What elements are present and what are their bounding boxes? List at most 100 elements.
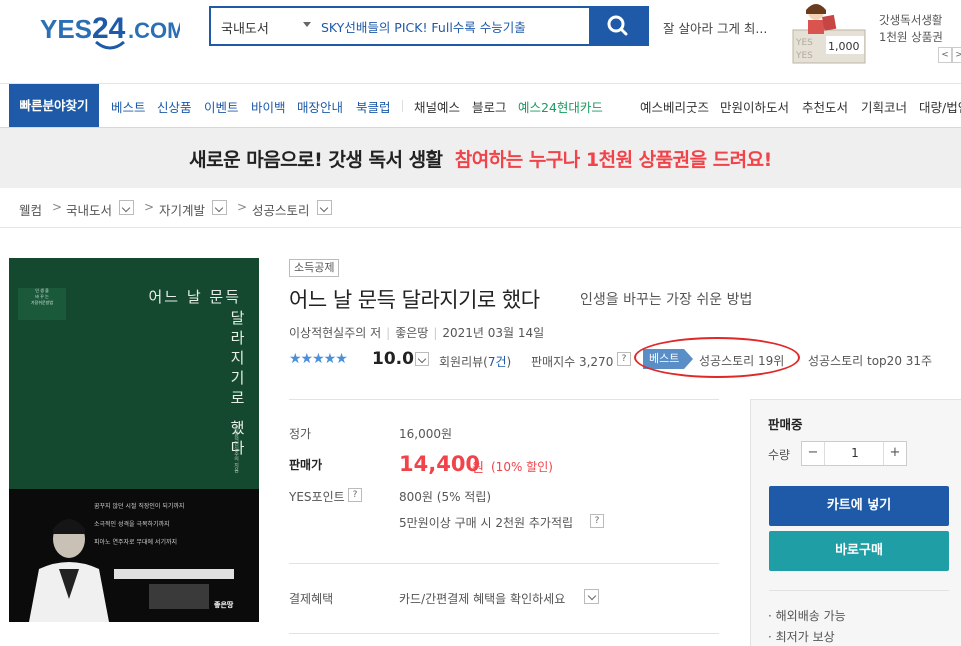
breadcrumb-home[interactable]: 웰컴 [19,200,42,219]
quick-category-button[interactable]: 빠른분야찾기 [9,84,99,127]
question-icon[interactable]: ? [590,514,604,528]
book-subtitle: 인생을 바꾸는 가장 쉬운 방법 [580,292,753,308]
question-icon[interactable]: ? [348,488,362,502]
quantity-input[interactable]: 1 [825,442,885,465]
sales-index: 판매지수 3,270 [531,355,614,369]
add-to-cart-button[interactable]: 카트에 넣기 [769,486,949,526]
breadcrumb-domestic-books[interactable]: 국내도서 [66,200,112,219]
chevron-right-icon: > [52,200,63,214]
nav-item-event[interactable]: 이벤트 [204,97,239,116]
chevron-down-icon[interactable] [584,589,599,604]
divider [0,227,961,228]
nav-item-buyback[interactable]: 바이백 [251,97,286,116]
promo-prev-button[interactable]: < [938,47,952,63]
cover-author: 이상적현실주의 지음 [233,426,239,473]
search-button[interactable] [589,8,647,44]
nav-item-channel-yes[interactable]: 채널예스 [414,97,460,116]
svg-text:YES: YES [795,51,813,61]
chevron-down-icon[interactable] [317,200,332,215]
search-input[interactable] [321,8,587,44]
promo-amount: 1,000 [828,40,860,53]
nav-item-store[interactable]: 매장안내 [297,97,343,116]
cover-title-horizontal: 어느 날 문득 [148,288,241,306]
promo-title[interactable]: 갓생독서생활 [879,12,942,28]
sale-price-unit: 원 [472,461,484,476]
publisher-link[interactable]: 좋은땅 [395,326,428,340]
payment-benefit-label: 결제혜택 [289,592,334,606]
yes-points-label: YES포인트 [289,490,345,504]
nav-item-new[interactable]: 신상품 [157,97,192,116]
cover-tagline-box: 인 생 을 바 꾸 는 가장쉬운방법 [18,288,66,320]
cover-publisher: 좋은땅 [214,601,234,609]
sale-price-label: 판매가 [289,458,323,472]
question-icon[interactable]: ? [617,352,631,366]
extra-points-info: 5만원이상 구매 시 2천원 추가적립 [399,516,574,530]
book-cover-image[interactable]: 인 생 을 바 꾸 는 가장쉬운방법 어느 날 문득 달라지기로 했다 이상적현… [9,258,259,622]
nav-item-blog[interactable]: 블로그 [472,97,507,116]
breadcrumb-success-story[interactable]: 성공스토리 [252,200,310,219]
chevron-down-icon[interactable] [119,200,134,215]
promo-subtitle[interactable]: 1천원 상품권 [879,29,943,45]
overseas-shipping-note: · 해외배송 가능 [768,609,846,623]
chevron-down-icon[interactable] [212,200,227,215]
cover-quote-line: 피아노 연주자로 무대에 서기까지 [94,539,178,546]
review-close: ) [506,355,512,369]
discount-rate: (10% 할인) [491,460,553,474]
nav-item-recommended[interactable]: 추천도서 [802,97,848,116]
divider [289,633,719,634]
list-price-label: 정가 [289,427,312,441]
svg-text:.COM: .COM [128,18,180,43]
member-review-link[interactable]: 회원리뷰(7건) [439,353,511,370]
promo-banner[interactable]: 새로운 마음으로! 갓생 독서 생활 참여하는 누구나 1천원 상품권을 드려요… [0,128,961,188]
divider: | [433,326,438,340]
nav-item-goods[interactable]: 예스베리굿즈 [640,97,709,116]
annotation-circle [634,337,800,378]
nav-item-hyundai-card[interactable]: 예스24현대카드 [518,97,603,116]
top20-weeks-link[interactable]: 성공스토리 top20 31주 [808,352,932,369]
search-rank-keyword[interactable]: 잘 살아라 그게 최... [663,18,767,37]
divider: | [386,326,391,340]
svg-text:YES: YES [795,38,813,48]
nav-separator [402,100,403,112]
search-box: 국내도서 [209,6,649,46]
nav-item-under-10000[interactable]: 만원이하도서 [720,97,789,116]
buy-now-button[interactable]: 바로구매 [769,531,949,571]
search-category-select[interactable]: 국내도서 [221,18,269,37]
divider [289,399,719,400]
list-price-value: 16,000원 [399,427,453,441]
quantity-increase-button[interactable]: + [883,442,906,465]
divider [0,83,961,84]
cover-tagline-line: 가장쉬운방법 [30,300,54,305]
cover-quote-line: 꿈꾸지 않던 시절 직장인이 되기까지 [94,503,185,510]
caret-down-icon[interactable] [303,22,311,27]
sale-status: 판매중 [768,417,803,432]
nav-item-bulk-order[interactable]: 대량/법인 [919,97,961,116]
review-label: 회원리뷰( [439,355,488,369]
author-link[interactable]: 이상적현실주의 저 [289,326,381,340]
promo-next-button[interactable]: > [952,47,961,63]
breadcrumb-self-development[interactable]: 자기계발 [159,200,205,219]
nav-item-bookclub[interactable]: 북클럽 [356,97,391,116]
quantity-label: 수량 [768,448,791,462]
yes24-logo[interactable]: YES 24 .COM [40,10,180,54]
sale-price-value: 14,400 [399,452,481,476]
rating-stars: ★★★★★ [289,351,348,367]
cover-quote-line: 소극적인 성격을 극복하기까지 [94,521,170,528]
svg-text:24: 24 [92,12,126,45]
rating-score: 10.0 [372,349,414,369]
banner-main-text: 새로운 마음으로! 갓생 독서 생활 [189,149,443,171]
chevron-down-icon[interactable] [415,352,429,366]
svg-text:YES: YES [40,14,92,44]
banner-highlight-text: 참여하는 누구나 1천원 상품권을 드려요! [454,149,773,171]
chevron-right-icon: > [144,200,155,214]
quantity-decrease-button[interactable]: − [802,442,825,465]
publish-date: 2021년 03월 14일 [442,326,545,340]
chevron-right-icon: > [237,200,248,214]
author-publisher-row: 이상적현실주의 저 | 좋은땅 | 2021년 03월 14일 [289,324,544,341]
nav-item-special-corner[interactable]: 기획코너 [861,97,907,116]
promo-voucher-image[interactable]: YES YES 1,000 [790,0,866,64]
nav-item-best[interactable]: 베스트 [111,97,146,116]
tax-deduction-badge: 소득공제 [289,259,340,277]
banner-text: 새로운 마음으로! 갓생 독서 생활 참여하는 누구나 1천원 상품권을 드려요… [0,145,961,172]
payment-benefit-value[interactable]: 카드/간편결제 혜택을 확인하세요 [399,590,565,607]
